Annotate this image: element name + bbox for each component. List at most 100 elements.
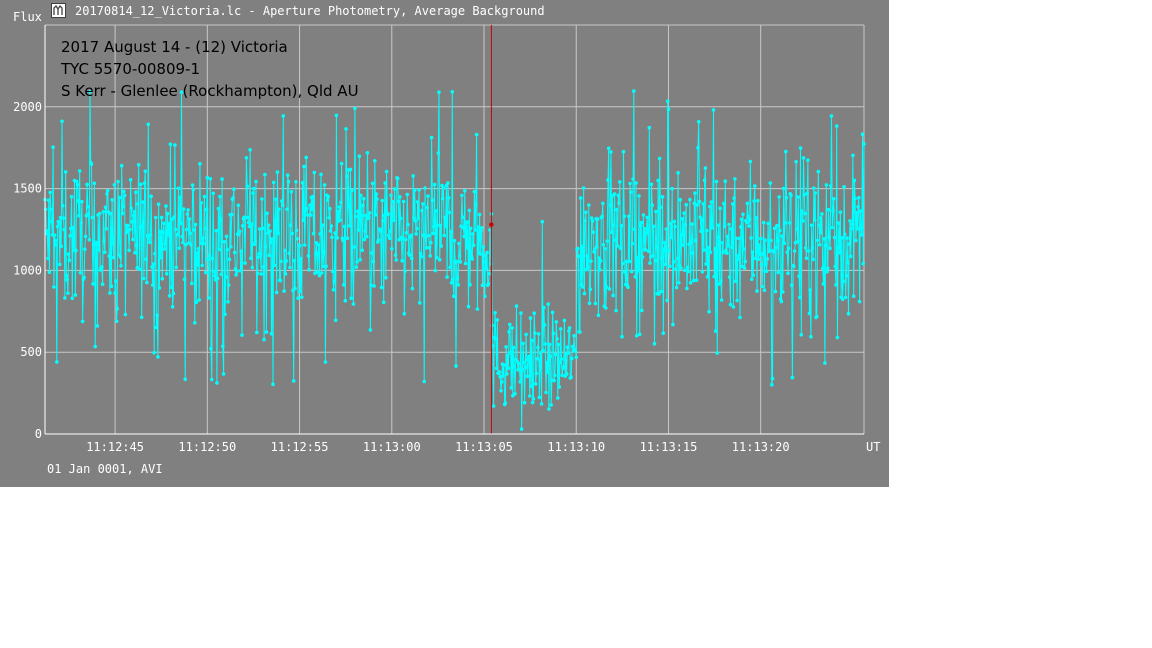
data-point	[365, 151, 370, 155]
data-point	[498, 374, 503, 379]
data-point	[129, 206, 134, 211]
data-point	[680, 232, 684, 237]
data-point	[558, 360, 562, 365]
data-point	[595, 217, 600, 221]
data-point	[153, 251, 157, 256]
data-point	[536, 332, 541, 336]
data-point	[760, 284, 764, 289]
data-point	[381, 300, 386, 305]
data-point	[207, 253, 212, 258]
data-point	[450, 90, 455, 94]
data-point	[92, 181, 97, 186]
data-point	[315, 270, 320, 275]
data-point	[162, 221, 166, 226]
data-point	[419, 254, 424, 259]
data-point	[255, 271, 260, 276]
data-point	[769, 238, 773, 243]
data-point	[373, 159, 377, 163]
data-point	[691, 251, 695, 255]
data-point	[483, 294, 487, 299]
data-point	[330, 235, 334, 240]
data-point	[499, 388, 503, 393]
data-point	[751, 273, 756, 278]
data-point	[361, 203, 365, 208]
data-point	[101, 210, 106, 214]
data-point	[486, 281, 491, 286]
data-point	[747, 224, 751, 228]
data-point	[93, 344, 97, 349]
data-point	[843, 232, 847, 237]
data-point	[806, 249, 811, 253]
data-point	[294, 180, 298, 184]
data-point	[574, 355, 578, 360]
data-point	[370, 181, 375, 186]
data-point	[783, 220, 787, 225]
data-point	[370, 251, 374, 255]
data-point	[463, 188, 467, 193]
data-point	[322, 183, 327, 187]
data-point	[206, 257, 210, 262]
data-point	[660, 255, 664, 260]
data-point	[652, 341, 657, 346]
data-point	[758, 236, 763, 241]
data-point	[629, 190, 633, 194]
data-point	[179, 221, 183, 226]
data-point	[446, 196, 451, 200]
data-point	[134, 243, 139, 248]
data-point	[176, 186, 181, 191]
data-point	[374, 192, 379, 196]
data-point	[113, 291, 117, 295]
data-point	[573, 349, 578, 353]
data-point	[792, 264, 796, 269]
data-point	[851, 294, 856, 299]
data-point	[739, 217, 744, 222]
data-point	[46, 256, 50, 261]
data-point	[732, 196, 736, 200]
light-curve-chart[interactable]: 0 500 1000 1500 2000 11:12:45 11:12:50 11:12:55…	[0, 0, 889, 487]
data-point	[766, 221, 770, 226]
data-point	[707, 309, 711, 314]
data-point	[818, 216, 823, 220]
data-point	[224, 234, 229, 239]
data-point	[720, 240, 725, 245]
data-point	[371, 259, 376, 264]
data-point	[404, 231, 409, 235]
data-point	[89, 162, 94, 166]
data-point	[139, 182, 143, 187]
data-point	[336, 209, 340, 214]
data-point	[813, 191, 818, 195]
data-point	[400, 258, 404, 263]
data-point	[276, 231, 281, 236]
data-point	[623, 270, 627, 274]
data-point	[297, 244, 302, 248]
data-point	[190, 281, 194, 286]
data-point	[697, 199, 702, 204]
data-point	[628, 181, 632, 186]
data-point	[848, 254, 853, 259]
data-point	[795, 226, 799, 231]
data-point	[402, 312, 407, 316]
data-point	[83, 247, 87, 252]
data-point	[458, 260, 463, 264]
data-point	[622, 214, 626, 218]
data-point	[837, 221, 841, 225]
data-point	[741, 212, 745, 217]
data-point	[708, 204, 712, 209]
data-point	[522, 360, 526, 365]
data-point	[838, 210, 843, 214]
data-point	[830, 225, 835, 230]
data-point	[368, 328, 373, 332]
data-point	[803, 211, 807, 216]
data-point	[410, 286, 415, 291]
data-point	[699, 218, 704, 222]
data-point	[318, 232, 323, 236]
data-point	[510, 326, 514, 330]
data-point	[824, 183, 829, 187]
data-point	[495, 318, 500, 322]
data-point	[665, 298, 669, 303]
data-point	[593, 301, 598, 306]
data-point	[203, 226, 207, 231]
data-point	[576, 254, 581, 258]
data-point	[148, 240, 152, 245]
data-point	[490, 323, 494, 328]
